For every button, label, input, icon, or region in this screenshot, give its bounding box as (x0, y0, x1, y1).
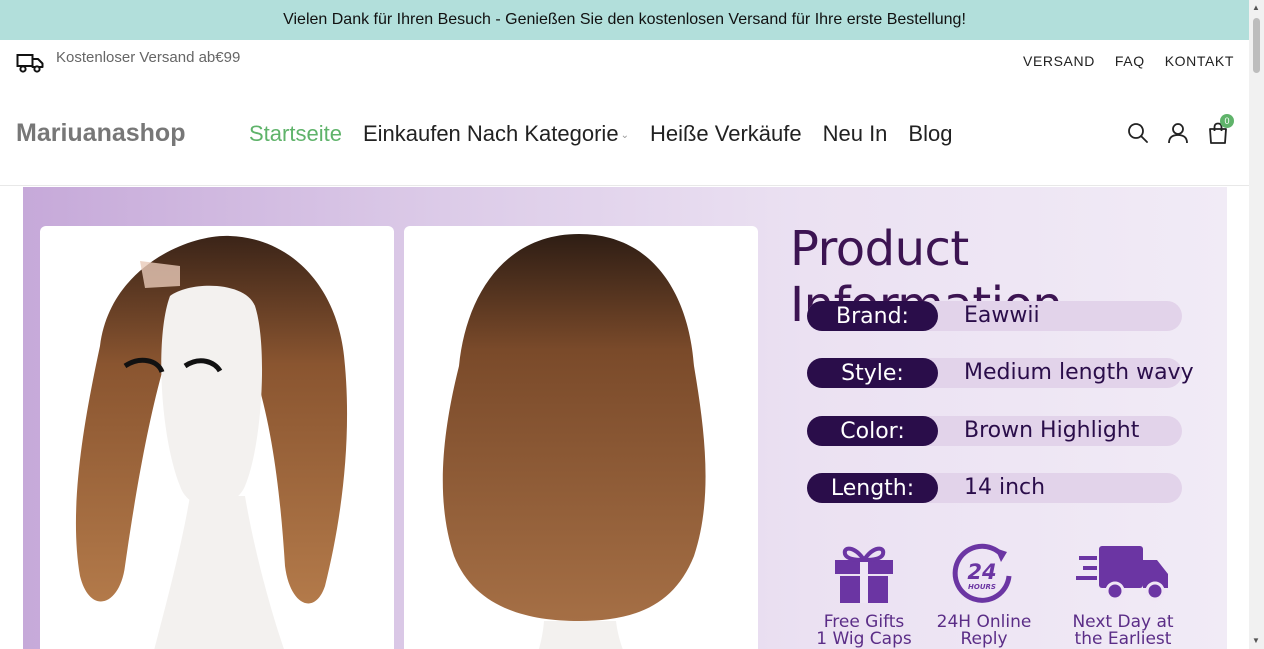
scroll-up-icon[interactable]: ▲ (1252, 3, 1260, 12)
spec-value: 14 inch (964, 475, 1046, 500)
spec-label: Color: (807, 416, 938, 446)
feature-line2: the Earliest (1074, 629, 1172, 649)
spec-value: Brown Highlight (964, 418, 1140, 443)
spec-label: Length: (807, 473, 938, 503)
scroll-down-icon[interactable]: ▼ (1252, 636, 1260, 645)
nav-neu-in[interactable]: Neu In (823, 121, 888, 147)
nav-heisse-verkaeufe[interactable]: Heiße Verkäufe (650, 121, 802, 147)
wig-on-mannequin-image (40, 226, 394, 649)
link-faq[interactable]: FAQ (1115, 53, 1145, 69)
spec-value: Medium length wavy (964, 360, 1194, 385)
main-nav: Startseite Einkaufen Nach Kategorie ⌄ Hei… (249, 121, 952, 147)
top-links: VERSAND FAQ KONTAKT (1023, 53, 1234, 69)
shipping-info: Kostenloser Versand ab€99 (16, 49, 240, 73)
nav-blog[interactable]: Blog (908, 121, 952, 147)
truck-icon (16, 54, 44, 73)
spec-row-color: Color: Brown Highlight (807, 416, 1182, 446)
site-logo[interactable]: Mariuanashop (16, 119, 185, 148)
cart-button[interactable]: 0 (1207, 114, 1234, 144)
feature-line2: 1 Wig Caps (816, 629, 912, 649)
scrollbar-thumb[interactable] (1253, 18, 1260, 73)
badge-number: 24 (967, 560, 996, 584)
spec-row-brand: Brand: Eawwii (807, 301, 1182, 331)
product-banner: Product Information Brand: Eawwii Style:… (23, 187, 1227, 649)
link-kontakt[interactable]: KONTAKT (1165, 53, 1234, 69)
announcement-text: Vielen Dank für Ihren Besuch - Genießen … (283, 11, 966, 28)
feature-24h-reply: 24 HOURS 24H Online Reply (919, 542, 1049, 648)
nav-kategorie[interactable]: Einkaufen Nach Kategorie ⌄ (363, 121, 629, 147)
site-header: Mariuanashop Startseite Einkaufen Nach K… (0, 84, 1249, 186)
cart-count-badge: 0 (1220, 114, 1234, 128)
spec-row-style: Style: Medium length wavy (807, 358, 1194, 388)
spec-label: Style: (807, 358, 938, 388)
gift-icon (835, 546, 893, 603)
wig-back-view-image (404, 226, 758, 649)
announcement-bar: Vielen Dank für Ihren Besuch - Genießen … (0, 0, 1249, 40)
spec-row-length: Length: 14 inch (807, 473, 1182, 503)
user-icon (1168, 123, 1188, 144)
feature-line2: Reply (960, 629, 1008, 649)
feature-free-gifts: Free Gifts 1 Wig Caps (799, 542, 929, 648)
link-versand[interactable]: VERSAND (1023, 53, 1095, 69)
search-button[interactable] (1127, 122, 1149, 144)
24-hours-icon: 24 HOURS (952, 543, 1012, 603)
shipping-text: Kostenloser Versand ab€99 (56, 49, 241, 66)
nav-kategorie-label: Einkaufen Nach Kategorie (362, 121, 619, 146)
page-scrollbar[interactable]: ▲ ▼ (1249, 0, 1264, 649)
spec-value: Eawwii (964, 303, 1040, 328)
badge-sub: HOURS (968, 583, 996, 591)
delivery-truck-icon (1076, 546, 1168, 601)
search-icon (1128, 123, 1148, 143)
nav-startseite[interactable]: Startseite (249, 121, 342, 147)
feature-next-day: Next Day at the Earliest (1058, 542, 1188, 648)
spec-label: Brand: (807, 301, 938, 331)
header-actions: 0 (1127, 114, 1234, 144)
chevron-down-icon: ⌄ (620, 129, 629, 141)
top-bar: Kostenloser Versand ab€99 VERSAND FAQ KO… (0, 40, 1249, 84)
account-button[interactable] (1167, 122, 1189, 144)
